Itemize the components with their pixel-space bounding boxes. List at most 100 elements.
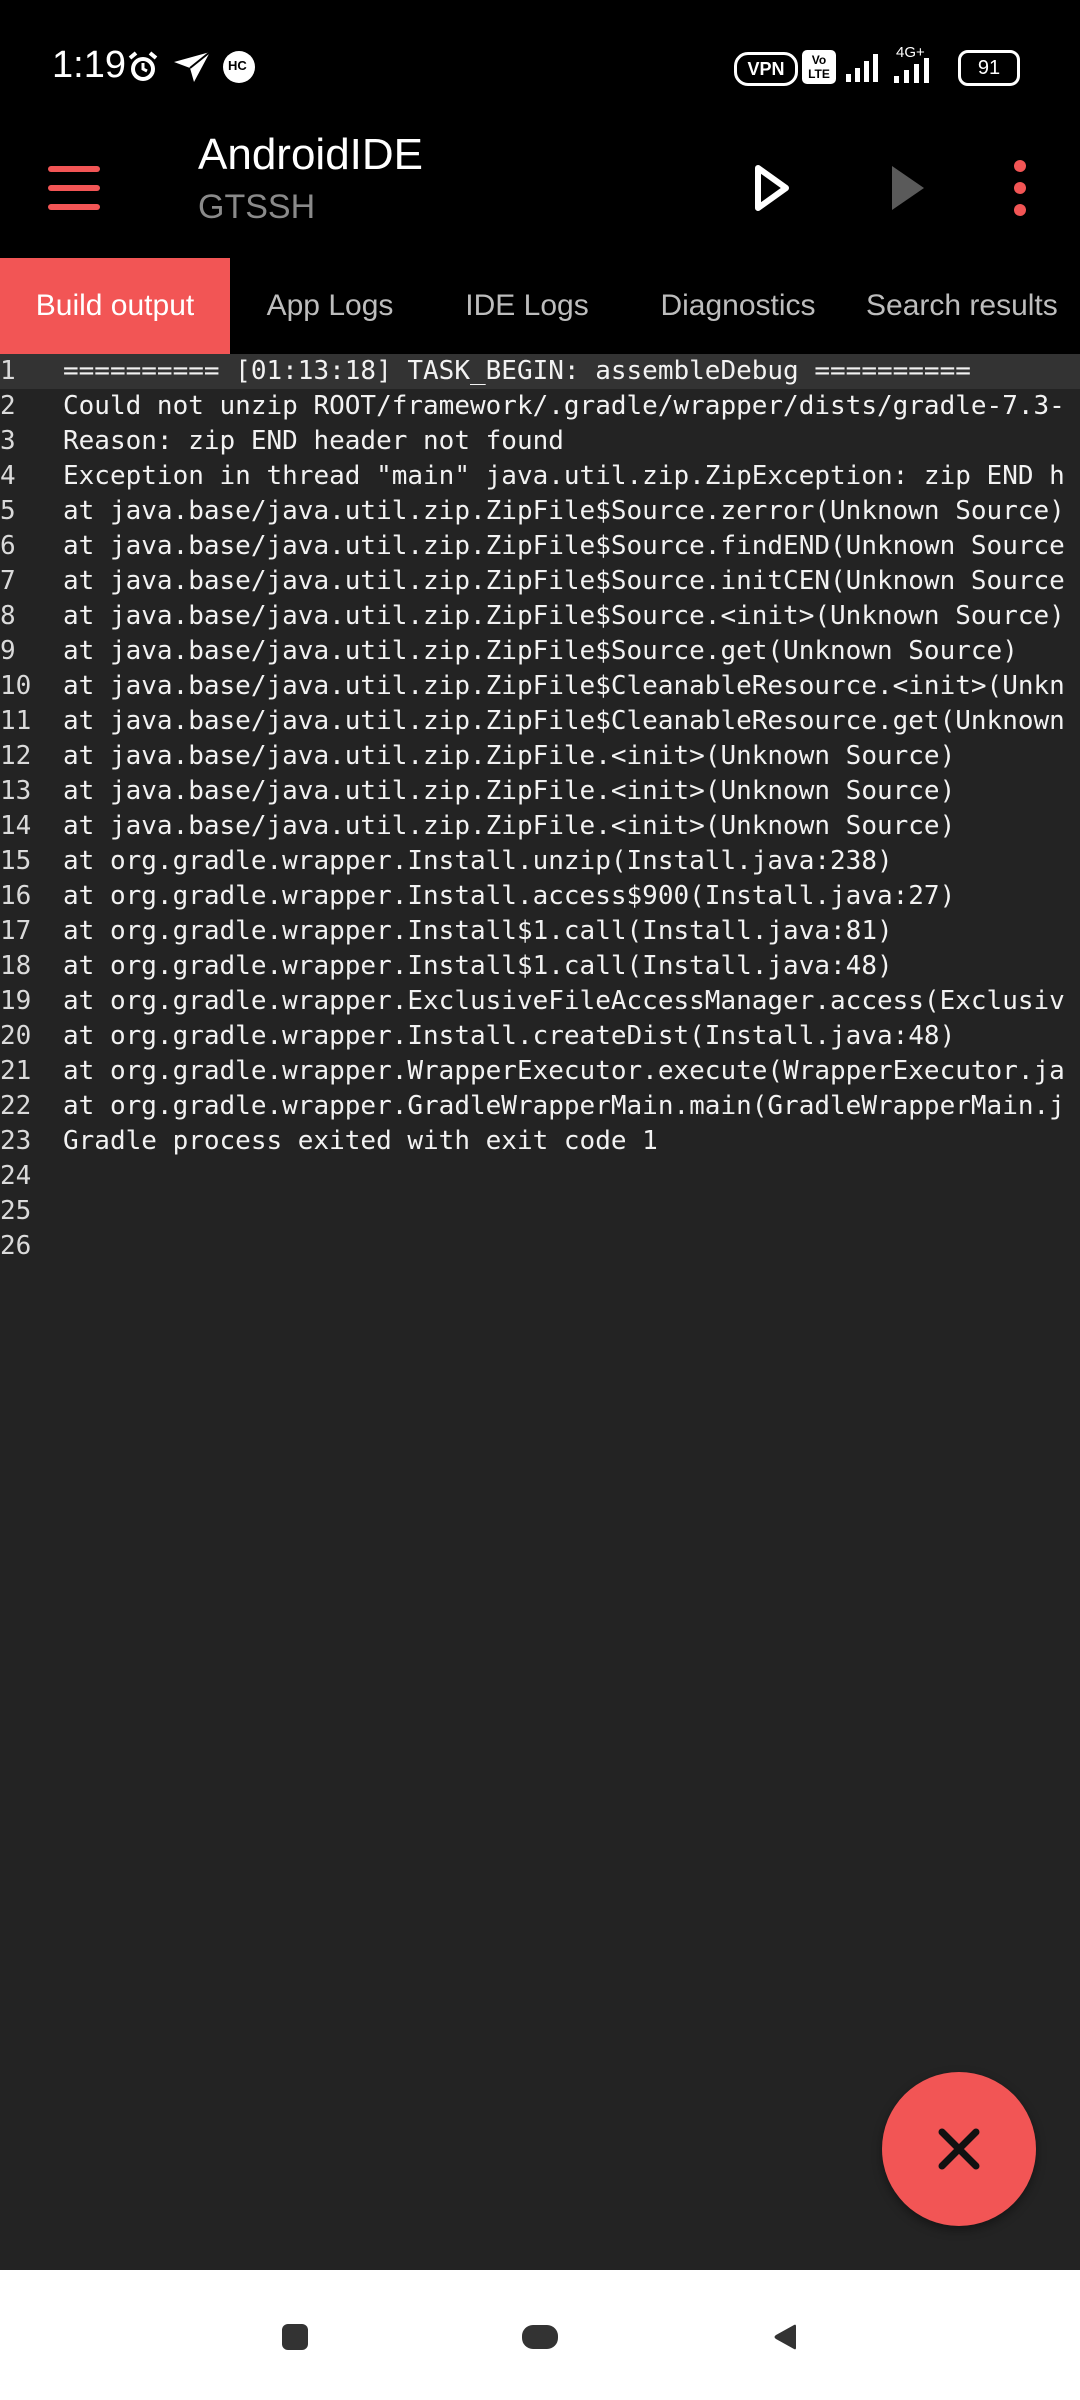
line-number: 26 bbox=[0, 1231, 32, 1261]
line-number: 24 bbox=[0, 1161, 32, 1191]
line-text: at java.base/java.util.zip.ZipFile.<init… bbox=[63, 741, 956, 771]
line-text: Reason: zip END header not found bbox=[63, 426, 564, 456]
vpn-label: VPN bbox=[747, 59, 785, 79]
hamburger-menu-icon[interactable] bbox=[48, 158, 104, 218]
log-line: 23 Gradle process exited with exit code 1 bbox=[0, 1124, 1080, 1159]
tab-label: Build output bbox=[35, 289, 195, 322]
line-text: at java.base/java.util.zip.ZipFile.<init… bbox=[63, 776, 956, 806]
close-fab-button[interactable] bbox=[882, 2072, 1036, 2226]
play-disabled-icon[interactable] bbox=[870, 152, 942, 224]
tab-app-logs[interactable]: App Logs bbox=[238, 258, 422, 354]
log-line: 19 at org.gradle.wrapper.ExclusiveFileAcc… bbox=[0, 984, 1080, 1019]
line-number: 14 bbox=[0, 811, 32, 841]
line-text: at org.gradle.wrapper.GradleWrapperMain.… bbox=[63, 1091, 1065, 1121]
log-line: 10 at java.base/java.util.zip.ZipFile$Cle… bbox=[0, 669, 1080, 704]
line-number: 3 bbox=[0, 426, 16, 456]
line-number: 1 bbox=[0, 356, 16, 386]
line-number: 6 bbox=[0, 531, 16, 561]
more-vert-icon[interactable] bbox=[984, 152, 1056, 224]
line-text: at org.gradle.wrapper.Install$1.call(Ins… bbox=[63, 951, 893, 981]
line-text: at org.gradle.wrapper.Install.createDist… bbox=[63, 1021, 956, 1051]
tab-diagnostics[interactable]: Diagnostics bbox=[632, 258, 844, 354]
log-line: 3 Reason: zip END header not found bbox=[0, 424, 1080, 459]
battery-level: 91 bbox=[977, 57, 1001, 79]
back-icon[interactable] bbox=[770, 2322, 800, 2352]
log-line: 26 bbox=[0, 1229, 1080, 1264]
log-line: 17 at org.gradle.wrapper.Install$1.call(I… bbox=[0, 914, 1080, 949]
log-line: 15 at org.gradle.wrapper.Install.unzip(In… bbox=[0, 844, 1080, 879]
log-line: 14 at java.base/java.util.zip.ZipFile.<in… bbox=[0, 809, 1080, 844]
log-line: 9 at java.base/java.util.zip.ZipFile$Sour… bbox=[0, 634, 1080, 669]
volte-badge: Vo LTE bbox=[802, 50, 836, 84]
home-icon[interactable] bbox=[520, 2322, 560, 2352]
line-number: 2 bbox=[0, 391, 16, 421]
hc-label: HC bbox=[228, 58, 247, 73]
send-icon bbox=[174, 51, 211, 82]
tab-ide-logs[interactable]: IDE Logs bbox=[440, 258, 614, 354]
line-number: 10 bbox=[0, 671, 32, 701]
line-text: at java.base/java.util.zip.ZipFile$Clean… bbox=[63, 671, 1065, 701]
log-line: 6 at java.base/java.util.zip.ZipFile$Sour… bbox=[0, 529, 1080, 564]
status-bar: 1:19 HC VPN Vo LTE 4G+ 91 bbox=[0, 0, 1080, 130]
log-line: 8 at java.base/java.util.zip.ZipFile$Sour… bbox=[0, 599, 1080, 634]
line-text: Gradle process exited with exit code 1 bbox=[63, 1126, 658, 1156]
line-number: 12 bbox=[0, 741, 32, 771]
log-line: 12 at java.base/java.util.zip.ZipFile.<in… bbox=[0, 739, 1080, 774]
line-number: 11 bbox=[0, 706, 32, 736]
line-number: 5 bbox=[0, 496, 16, 526]
line-text: at java.base/java.util.zip.ZipFile$Sourc… bbox=[63, 601, 1065, 631]
tab-search-results[interactable]: Search results bbox=[866, 258, 1080, 354]
alarm-icon bbox=[128, 51, 158, 81]
app-toolbar: AndroidIDE GTSSH bbox=[0, 130, 1080, 258]
log-line: 11 at java.base/java.util.zip.ZipFile$Cle… bbox=[0, 704, 1080, 739]
tab-build-output[interactable]: Build output bbox=[0, 258, 230, 354]
line-number: 18 bbox=[0, 951, 32, 981]
log-line: 2 Could not unzip ROOT/framework/.gradle/… bbox=[0, 389, 1080, 424]
log-line: 1 ========== [01:13:18] TASK_BEGIN: assem… bbox=[0, 354, 1080, 389]
line-number: 25 bbox=[0, 1196, 32, 1226]
signal-2-icon bbox=[894, 58, 929, 83]
line-text: at org.gradle.wrapper.Install.unzip(Inst… bbox=[63, 846, 893, 876]
tab-bar: Build output App Logs IDE Logs Diagnosti… bbox=[0, 258, 1080, 354]
log-line: 24 bbox=[0, 1159, 1080, 1194]
line-number: 4 bbox=[0, 461, 16, 491]
line-number: 17 bbox=[0, 916, 32, 946]
signal-icon bbox=[846, 54, 878, 82]
log-line: 25 bbox=[0, 1194, 1080, 1229]
status-time: 1:19 bbox=[52, 44, 126, 86]
line-number: 8 bbox=[0, 601, 16, 631]
line-number: 20 bbox=[0, 1021, 32, 1051]
close-icon bbox=[938, 2128, 980, 2170]
line-number: 15 bbox=[0, 846, 32, 876]
line-text: at java.base/java.util.zip.ZipFile$Sourc… bbox=[63, 496, 1065, 526]
line-text: at org.gradle.wrapper.ExclusiveFileAcces… bbox=[63, 986, 1065, 1016]
line-number: 19 bbox=[0, 986, 32, 1016]
line-number: 23 bbox=[0, 1126, 32, 1156]
vpn-badge: VPN bbox=[734, 52, 798, 86]
line-text: at java.base/java.util.zip.ZipFile$Sourc… bbox=[63, 566, 1065, 596]
project-name: GTSSH bbox=[198, 188, 316, 226]
log-line: 7 at java.base/java.util.zip.ZipFile$Sour… bbox=[0, 564, 1080, 599]
recents-icon[interactable] bbox=[280, 2322, 310, 2352]
line-text: ========== [01:13:18] TASK_BEGIN: assemb… bbox=[63, 356, 971, 386]
line-number: 9 bbox=[0, 636, 16, 666]
log-line: 22 at org.gradle.wrapper.GradleWrapperMai… bbox=[0, 1089, 1080, 1124]
tab-label: Diagnostics bbox=[660, 289, 816, 322]
line-text: at java.base/java.util.zip.ZipFile$Sourc… bbox=[63, 636, 1018, 666]
line-text: Could not unzip ROOT/framework/.gradle/w… bbox=[63, 391, 1065, 421]
play-icon[interactable] bbox=[734, 152, 806, 224]
build-output-editor[interactable]: 1 ========== [01:13:18] TASK_BEGIN: assem… bbox=[0, 354, 1080, 2270]
line-number: 21 bbox=[0, 1056, 32, 1086]
line-text: at java.base/java.util.zip.ZipFile.<init… bbox=[63, 811, 956, 841]
tab-label: Search results bbox=[866, 289, 1058, 322]
line-number: 22 bbox=[0, 1091, 32, 1121]
tab-label: App Logs bbox=[266, 289, 394, 322]
line-text: at org.gradle.wrapper.Install.access$900… bbox=[63, 881, 956, 911]
log-line: 16 at org.gradle.wrapper.Install.access$9… bbox=[0, 879, 1080, 914]
line-text: at java.base/java.util.zip.ZipFile$Clean… bbox=[63, 706, 1065, 736]
log-line: 4 Exception in thread "main" java.util.zi… bbox=[0, 459, 1080, 494]
line-number: 16 bbox=[0, 881, 32, 911]
line-number: 7 bbox=[0, 566, 16, 596]
line-text: Exception in thread "main" java.util.zip… bbox=[63, 461, 1065, 491]
log-line: 20 at org.gradle.wrapper.Install.createDi… bbox=[0, 1019, 1080, 1054]
